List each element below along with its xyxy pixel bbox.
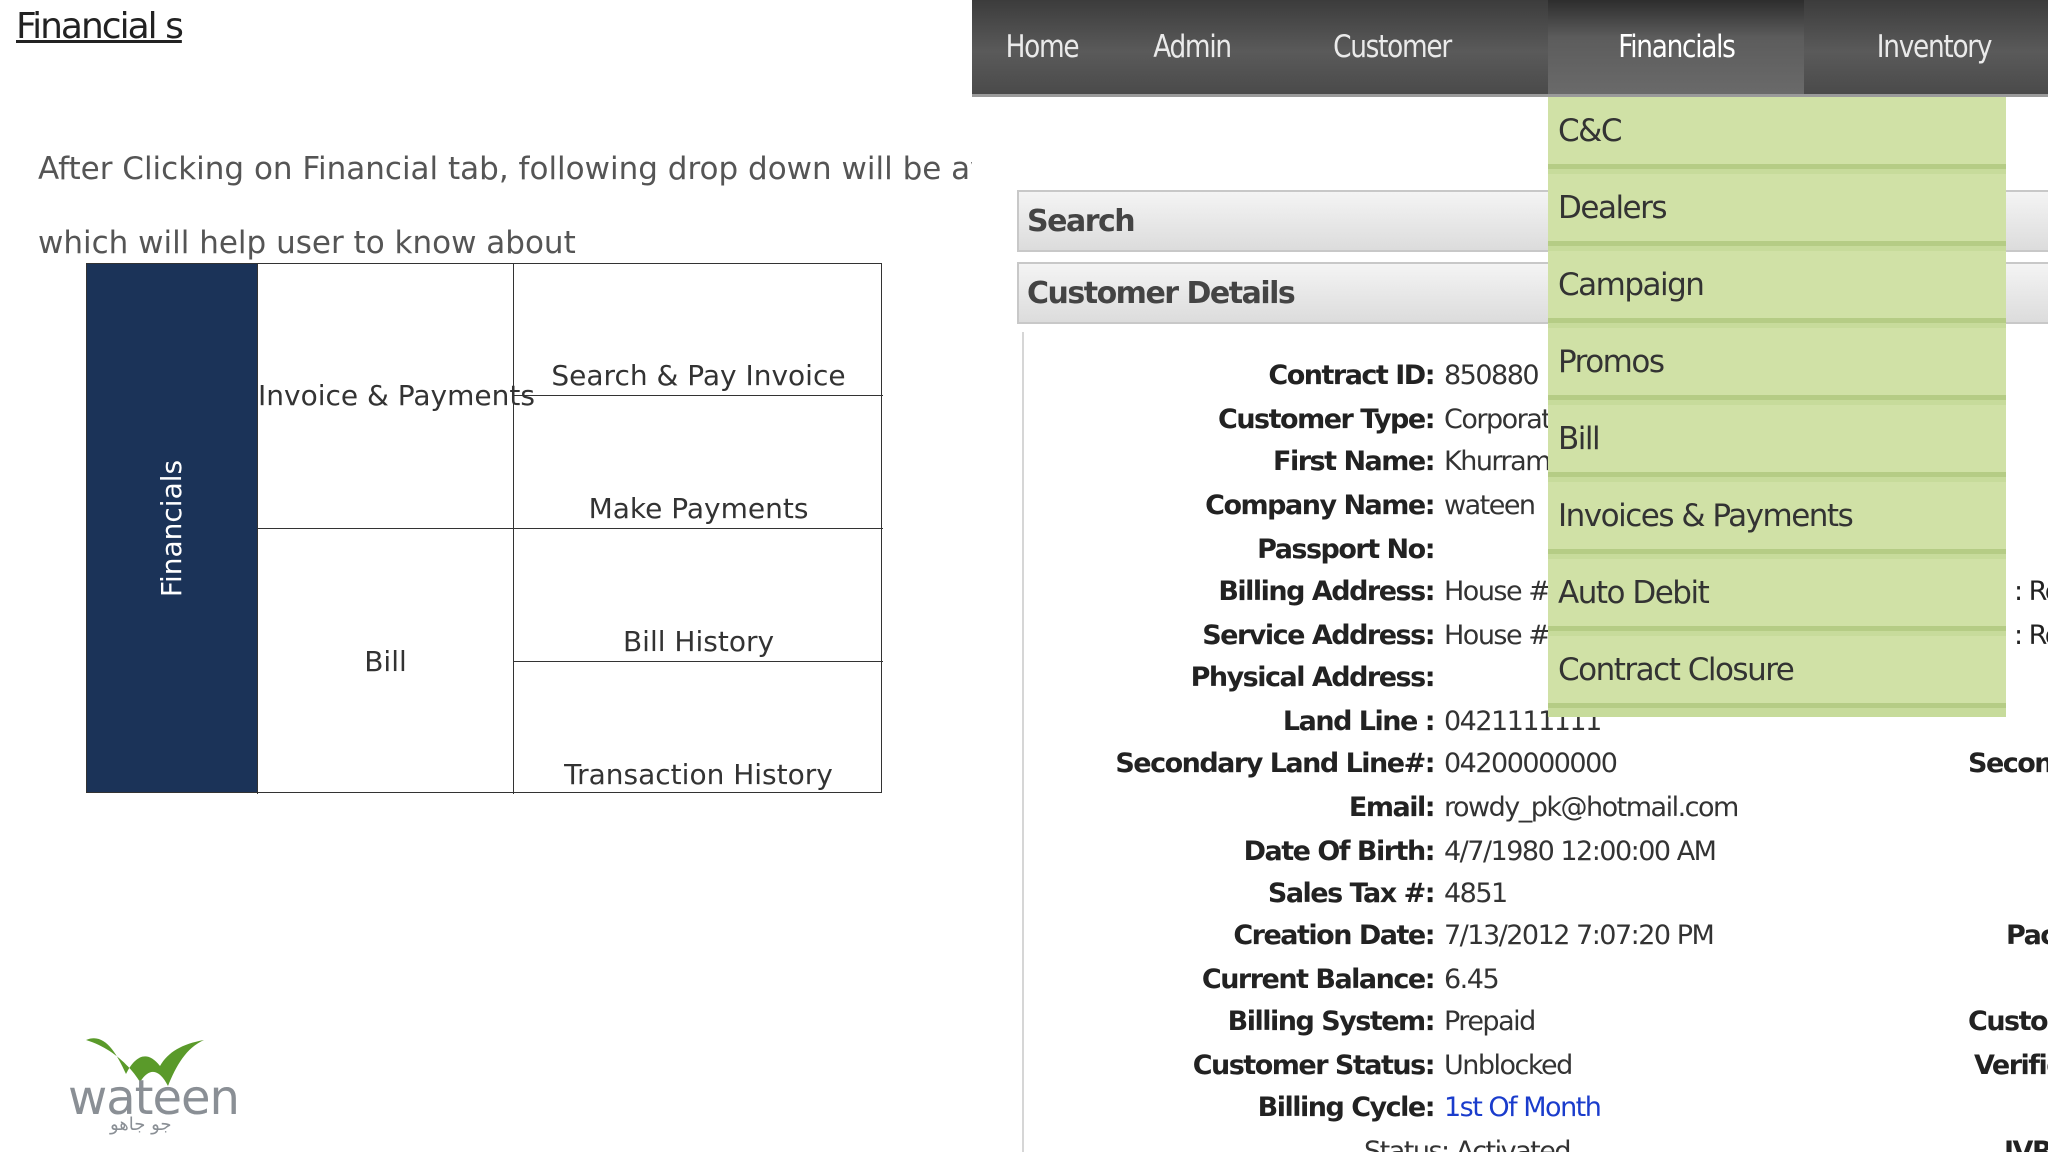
field-email: Email: rowdy_pk@hotmail.com [1024, 792, 2048, 832]
field-label: Customer Status: [1192, 1050, 1436, 1081]
field-label: Service Address: [1202, 620, 1435, 651]
field-value: Khurram [1444, 446, 1552, 477]
nav-financials-label: Financials [1617, 29, 1736, 65]
customer-label-partial: Custome [1968, 1006, 2048, 1037]
field-status-cut: Status: Activated IVR [1024, 1136, 2048, 1152]
slide-title: Financial s [16, 6, 184, 47]
menu-item-auto-debit[interactable]: Auto Debit [1548, 559, 2006, 631]
field-value: 4/7/1980 12:00:00 AM [1444, 836, 1717, 867]
field-label: First Name: [1273, 446, 1435, 477]
field-label: Secondary Land Line#: [1115, 748, 1435, 779]
menu-item-cc[interactable]: C&C [1548, 97, 2006, 169]
diagram-group-label: Invoice & Payments [258, 378, 535, 412]
secondary-label-partial: Seconda [1968, 748, 2048, 779]
diagram-root: Financials [87, 264, 257, 792]
field-date-of-birth: Date Of Birth: 4/7/1980 12:00:00 AM [1024, 836, 2048, 876]
billing-address-tail: : Roa [2014, 576, 2048, 607]
diagram-item: Bill History [513, 528, 883, 661]
diagram-item-label: Transaction History [564, 758, 833, 791]
field-label: Billing Cycle: [1257, 1092, 1436, 1123]
diagram-item-label: Make Payments [588, 492, 809, 525]
field-label: Email: [1348, 792, 1436, 823]
nav-financials[interactable]: Financials [1548, 0, 1804, 94]
diagram-item: Search & Pay Invoice [513, 262, 883, 396]
field-value: wateen [1444, 490, 1536, 521]
field-label: Company Name: [1205, 490, 1435, 521]
field-value: rowdy_pk@hotmail.com [1444, 792, 1739, 823]
diagram-item-label: Search & Pay Invoice [551, 358, 846, 392]
billing-cycle-link[interactable]: 1st Of Month [1444, 1092, 1602, 1123]
menu-item-invoices-payments[interactable]: Invoices & Payments [1548, 482, 2006, 554]
menu-item-bill[interactable]: Bill [1548, 405, 2006, 477]
field-label: Passport No: [1257, 534, 1435, 565]
diagram-group-label: Bill [364, 645, 407, 678]
field-billing-system: Billing System: Prepaid Custome [1024, 1006, 2048, 1046]
diagram-root-label: Financials [155, 459, 189, 597]
diagram-item: Make Payments [513, 395, 883, 528]
field-label: Current Balance: [1201, 964, 1436, 995]
diagram-item: Transaction History [513, 661, 883, 794]
description-line-1: After Clicking on Financial tab, followi… [38, 151, 1062, 187]
nav-home[interactable]: Home [983, 0, 1102, 94]
field-value: 04200000000 [1444, 748, 1618, 779]
diagram-group-invoice: Invoice & Payments [257, 262, 535, 529]
page: Financial s After Clicking on Financial … [0, 0, 2048, 1152]
package-label-partial: Pacl [2006, 920, 2048, 951]
diagram-group-bill: Bill [257, 528, 513, 794]
verification-label-partial: Verifica [1974, 1050, 2048, 1081]
field-sales-tax: Sales Tax #: 4851 [1024, 878, 2048, 918]
field-label: Contract ID: [1268, 360, 1435, 391]
field-label: Sales Tax #: [1267, 878, 1436, 909]
field-customer-status: Customer Status: Unblocked Verifica [1024, 1050, 2048, 1090]
field-label: Date Of Birth: [1243, 836, 1436, 867]
status-cut-text: Status: Activated [1364, 1136, 1572, 1152]
field-current-balance: Current Balance: 6.45 [1024, 964, 2048, 1004]
field-value: 7/13/2012 7:07:20 PM [1444, 920, 1715, 951]
menu-item-campaign[interactable]: Campaign [1548, 251, 2006, 323]
field-value: Prepaid [1444, 1006, 1536, 1037]
ivr-label-partial: IVR [2004, 1136, 2048, 1152]
top-navbar: Home Admin Customer Financials Inventory [972, 0, 2048, 97]
description-line-2: which will help user to know about [38, 225, 576, 261]
menu-item-promos[interactable]: Promos [1548, 328, 2006, 400]
nav-admin[interactable]: Admin [1124, 0, 1260, 94]
field-value: Unblocked [1444, 1050, 1573, 1081]
app-screenshot: Home Admin Customer Financials Inventory… [972, 0, 2048, 1152]
nav-customer[interactable]: Customer [1290, 0, 1494, 94]
financials-diagram: Financials Invoice & Payments Search & P… [86, 262, 883, 794]
field-label: Billing System: [1227, 1006, 1436, 1037]
field-value: 4851 [1444, 878, 1508, 909]
field-label: Physical Address: [1190, 662, 1436, 693]
menu-item-contract-closure[interactable]: Contract Closure [1548, 636, 2006, 708]
service-address-tail: : Roa [2014, 620, 2048, 651]
field-label: Land Line : [1282, 706, 1436, 737]
diagram-item-label: Bill History [622, 625, 775, 658]
menu-item-dealers[interactable]: Dealers [1548, 174, 2006, 246]
field-creation-date: Creation Date: 7/13/2012 7:07:20 PM Pacl [1024, 920, 2048, 960]
nav-inventory[interactable]: Inventory [1824, 0, 2045, 94]
field-billing-cycle: Billing Cycle: 1st Of Month [1024, 1092, 2048, 1132]
financials-dropdown-menu: C&C Dealers Campaign Promos Bill Invoice… [1548, 97, 2006, 717]
field-label: Billing Address: [1218, 576, 1435, 607]
field-label: Customer Type: [1218, 404, 1435, 435]
field-secondary-land-line: Secondary Land Line#: 04200000000 Second… [1024, 748, 2048, 788]
field-label: Creation Date: [1233, 920, 1435, 951]
field-value: 6.45 [1444, 964, 1500, 995]
field-value: 850880 [1444, 360, 1540, 391]
logo-tagline: جو جاهو [110, 1114, 172, 1135]
